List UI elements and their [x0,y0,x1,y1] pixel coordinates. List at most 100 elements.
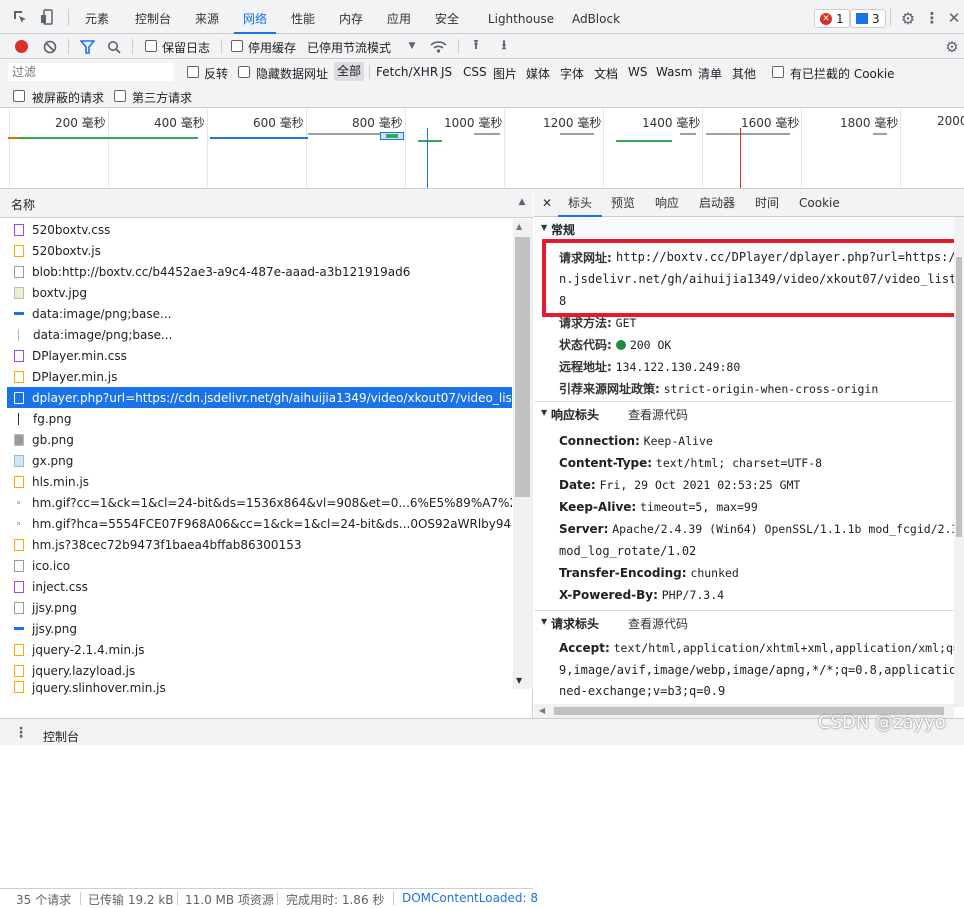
type-filter-manifest[interactable]: 清单 [698,65,722,82]
blocked-requests-checkbox[interactable] [13,90,25,102]
tab-lighthouse[interactable]: Lighthouse [482,0,560,34]
list-item[interactable]: hm.js?38cec72b9473f1baea4bffab86300153 [7,534,512,555]
error-count-badge[interactable]: ✕ 1 [814,9,850,28]
list-item[interactable]: inject.css [7,576,512,597]
blocked-cookies-checkbox[interactable] [772,66,784,78]
list-item-selected[interactable]: dplayer.php?url=https://cdn.jsdelivr.net… [7,387,512,408]
tab-security[interactable]: 安全 [426,0,468,34]
type-filter-doc[interactable]: 文档 [594,65,618,82]
detail-scrollbar-thumb[interactable] [956,257,962,537]
name-column-header[interactable]: 名称 [11,196,35,213]
view-source-link[interactable]: 查看源代码 [628,615,688,632]
network-overview[interactable]: 200 毫秒 400 毫秒 600 毫秒 800 毫秒 1000 毫秒 1200… [0,108,964,189]
header-value: chunked [690,566,739,580]
type-filter-other[interactable]: 其他 [732,65,756,82]
search-icon[interactable] [106,39,122,54]
device-toolbar-icon[interactable] [40,9,56,25]
tab-initiator[interactable]: 启动器 [699,189,735,217]
type-filter-js[interactable]: JS [441,65,452,79]
highlight-box [542,239,963,317]
type-filter-img[interactable]: 图片 [493,65,517,82]
third-party-checkbox[interactable] [114,90,126,102]
close-icon[interactable]: ✕ [540,196,554,210]
tab-response[interactable]: 响应 [655,189,679,217]
gear-icon[interactable]: ⚙ [899,9,917,28]
list-item[interactable]: jjsy.png [7,597,512,618]
list-item[interactable]: jquery.lazyload.js [7,660,512,681]
list-item[interactable]: hm.gif?hca=5554FCE07F968A06&cc=1&ck=1&cl… [7,513,512,534]
tab-preview[interactable]: 预览 [611,189,635,217]
drawer-tab-console[interactable]: 控制台 [43,728,79,745]
tab-headers[interactable]: 标头 [558,189,602,217]
list-item[interactable]: jquery.slinhover.min.js [7,681,512,697]
list-item[interactable]: 520boxtv.css [7,219,512,240]
js-file-icon [14,475,24,488]
throttling-select[interactable]: 已停用节流模式 [307,39,391,56]
tab-application[interactable]: 应用 [378,0,420,34]
chevron-down-icon: ▼ [541,617,548,626]
clear-icon[interactable] [42,39,57,54]
inspect-element-icon[interactable] [12,9,28,25]
record-icon[interactable] [15,40,28,53]
message-count-badge[interactable]: 3 [850,9,886,28]
type-filter-css[interactable]: CSS [463,65,487,79]
type-filter-ws[interactable]: WS [628,65,647,79]
list-item[interactable]: fg.png [7,408,512,429]
list-item[interactable]: gb.png [7,429,512,450]
import-har-icon[interactable]: ⭱ [469,38,483,54]
type-filter-font[interactable]: 字体 [560,65,584,82]
filter-bar: 反转 隐藏数据网址 全部 Fetch/XHR JS CSS 图片 媒体 字体 文… [0,59,964,108]
close-icon[interactable]: ✕ [947,9,961,27]
tab-network[interactable]: 网络 [234,0,276,34]
preserve-log-checkbox[interactable] [145,40,157,52]
more-options-icon[interactable]: ⋮ [925,9,940,27]
list-item[interactable]: 520boxtv.js [7,240,512,261]
disable-cache-checkbox[interactable] [231,40,243,52]
list-item[interactable]: jquery-2.1.4.min.js [7,639,512,660]
tab-elements[interactable]: 元素 [76,0,118,34]
tab-memory[interactable]: 内存 [330,0,372,34]
list-item[interactable]: hm.gif?cc=1&ck=1&cl=24-bit&ds=1536x864&v… [7,492,512,513]
view-source-link[interactable]: 查看源代码 [628,406,688,423]
tab-console[interactable]: 控制台 [126,0,180,34]
list-item[interactable]: boxtv.jpg [7,282,512,303]
list-scrollbar[interactable]: ▲ ▼ [513,219,533,689]
filter-icon[interactable] [79,39,95,54]
drawer-menu-icon[interactable]: ⋮ [14,725,28,741]
request-headers-section-header[interactable]: ▼ 请求标头 查看源代码 [534,610,954,632]
tab-cookies[interactable]: Cookie [799,189,840,217]
detail-scrollbar[interactable] [954,217,964,707]
header-value: Fri, 29 Oct 2021 02:53:25 GMT [599,478,801,492]
method-value: GET [615,316,637,330]
network-conditions-icon[interactable] [430,39,448,54]
list-item[interactable]: blob:http://boxtv.cc/b4452ae3-a9c4-487e-… [7,261,512,282]
hide-data-urls-checkbox[interactable] [238,66,250,78]
type-filter-all[interactable]: 全部 [334,62,365,81]
list-scrollbar-thumb[interactable] [515,237,530,497]
list-item[interactable]: data:image/png;base... [7,303,512,324]
list-item[interactable]: data:image/png;base... [7,324,512,345]
general-section-header[interactable]: ▼ 常规 [534,219,954,241]
export-har-icon[interactable]: ⭳ [497,38,511,54]
sort-up-icon[interactable]: ▲ [516,196,528,208]
invert-checkbox[interactable] [187,66,199,78]
type-filter-wasm[interactable]: Wasm [656,65,692,79]
list-item[interactable]: ico.ico [7,555,512,576]
tab-adblock[interactable]: AdBlock [566,0,626,34]
list-item[interactable]: gx.png [7,450,512,471]
list-item[interactable]: jjsy.png [7,618,512,639]
type-filter-media[interactable]: 媒体 [526,65,550,82]
tab-performance[interactable]: 性能 [282,0,324,34]
type-filter-fetch-xhr[interactable]: Fetch/XHR [376,65,438,79]
list-item[interactable]: hls.min.js [7,471,512,492]
remote-address-value: 134.122.130.249:80 [615,360,741,374]
network-settings-gear-icon[interactable]: ⚙ [943,38,961,56]
response-headers-section-header[interactable]: ▼ 响应标头 查看源代码 [534,401,954,423]
list-item[interactable]: DPlayer.min.js [7,366,512,387]
list-item[interactable]: DPlayer.min.css [7,345,512,366]
chevron-down-icon[interactable]: ▼ [407,40,417,52]
tab-timing[interactable]: 时间 [755,189,779,217]
remote-address-label: 远程地址: [559,360,612,374]
filter-input[interactable] [8,63,173,81]
tab-sources[interactable]: 来源 [186,0,228,34]
